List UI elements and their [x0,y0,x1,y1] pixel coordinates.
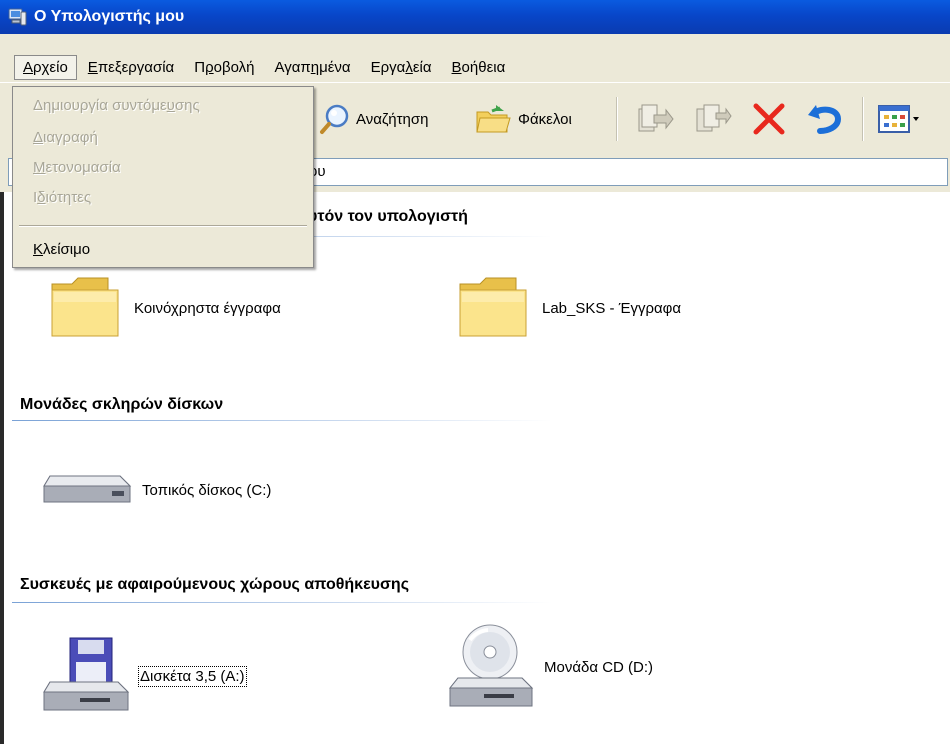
label-text: οβολή [213,58,255,76]
shared-documents-item[interactable]: Κοινόχρηστα έγγραφα [48,274,281,342]
views-button[interactable] [876,101,920,137]
delete-icon [753,103,785,135]
move-to-button[interactable] [634,101,674,137]
delete-button[interactable] [750,101,788,137]
access-key: Β [451,58,462,76]
folders-button[interactable]: Φάκελοι [474,101,572,137]
content-pane: υτόν τον υπολογιστή Κοινόχρηστα έγγραφα … [0,192,950,744]
menu-item-close[interactable]: Κλείσιμο [33,241,90,258]
menu-edit[interactable]: Επεξεργασία [79,55,183,80]
label-text: ρχείο [33,58,68,76]
floppy-drive-label: Δισκέτα 3,5 (A:) [138,665,247,687]
menu-favorites[interactable]: Αγαπημένα [265,55,359,80]
menu-item-create-shortcut: Δημιουργία συντόμευσης [33,97,200,114]
menu-file[interactable]: Αρχείο [14,54,77,80]
search-label: Αναζήτηση [356,110,429,128]
hard-disk-icon [43,475,132,503]
access-key: ρ [205,58,214,76]
search-button[interactable]: Αναζήτηση [318,101,428,137]
computer-icon [8,8,27,26]
label-text: ιαγραφή [43,129,98,146]
label-text: εία [412,58,432,76]
views-icon [878,105,919,133]
access-key: Μ [33,159,46,176]
window-title: Ο Υπολογιστής μου [34,8,185,25]
access-key: Κ [33,241,44,258]
file-menu-dropdown: Δημιουργία συντόμευσης Διαγραφή Μετονομασί… [12,86,314,268]
label-text: Αγαπ [274,58,311,76]
floppy-drive-item[interactable]: Δισκέτα 3,5 (A:) [40,636,247,716]
toolbar-separator [616,97,618,141]
move-to-icon [638,104,674,132]
menu-view[interactable]: Προβολή [185,55,263,80]
access-key: Α [23,58,34,76]
group-header-stored-files: υτόν τον υπολογιστή [308,208,468,225]
folder-icon [51,277,119,337]
floppy-drive-icon [43,637,130,711]
folders-label: Φάκελοι [518,110,572,128]
copy-to-icon [696,104,732,132]
menu-item-rename: Μετονομασία [33,159,121,176]
group-divider [12,602,552,603]
menu-item-delete: Διαγραφή [33,129,98,146]
lab-documents-item[interactable]: Lab_SKS - Έγγραφα [456,274,681,342]
group-header-removable: Συσκευές με αφαιρούμενους χώρους αποθήκε… [20,576,410,593]
cd-drive-label: Μονάδα CD (D:) [544,658,654,676]
label-text: ιότητες [45,189,92,206]
lab-documents-label: Lab_SKS - Έγγραφα [542,299,682,317]
cd-drive-item[interactable]: Μονάδα CD (D:) [448,622,653,712]
label-text: πεξεργασία [97,58,175,76]
menu-separator [19,225,307,227]
access-key: δ [37,189,46,206]
access-key: η [310,58,320,76]
label-text: μένα [319,58,351,76]
shared-documents-label: Κοινόχρηστα έγγραφα [134,299,281,317]
local-disk-label: Τοπικός δίσκος (C:) [142,481,272,499]
label-text: ετονομασία [45,159,121,176]
access-key: Δ [33,129,44,146]
toolbar-separator [862,97,864,141]
label-text: Π [194,58,206,76]
menu-item-properties: Ιδιότητες [33,189,91,206]
title-bar[interactable]: Ο Υπολογιστής μου [0,0,950,34]
label-text: Εργα [370,58,406,76]
menu-help[interactable]: Βοήθεια [443,55,515,80]
access-key: υ [166,97,175,114]
undo-button[interactable] [804,101,848,137]
menu-tools[interactable]: Εργαλεία [362,55,441,80]
access-key: Ε [87,58,98,76]
search-icon [320,104,349,134]
label-text: Δημιουργία συντόμε [33,97,167,114]
cd-drive-icon [448,624,534,707]
undo-icon [808,105,842,134]
label-text: σης [174,97,200,114]
access-key: λ [405,58,413,76]
menu-row: Αρχείο Επεξεργασία Προβολή Αγαπημένα Εργαλεί… [14,54,516,80]
label-text: λείσιμο [43,241,91,258]
menu-bar: Αρχείο Επεξεργασία Προβολή Αγαπημένα Εργαλεί… [0,34,950,82]
copy-to-button[interactable] [692,101,732,137]
group-divider [12,420,552,421]
local-disk-item[interactable]: Τοπικός δίσκος (C:) [40,468,271,512]
folder-icon [459,277,527,337]
group-header-hard-disks: Μονάδες σκληρών δίσκων [20,396,224,413]
label-text: οήθεια [461,58,506,76]
folders-icon [476,105,511,133]
